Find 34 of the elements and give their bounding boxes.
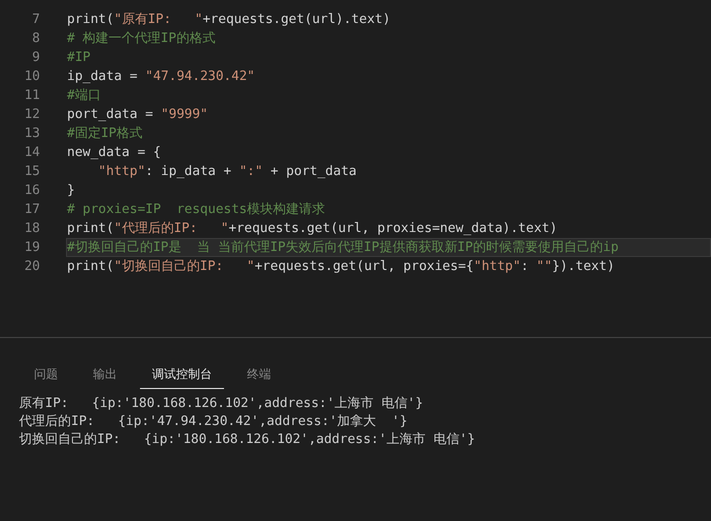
panel-tab[interactable]: 终端 xyxy=(235,358,283,389)
code-line: print("切换回自己的IP: "+requests.get(url, proxies={"http": ""}).text) xyxy=(66,258,616,276)
code-line: "http": ip_data + ":" + port_data xyxy=(97,163,358,181)
line-number: 13 xyxy=(23,125,40,143)
code-line: # proxies=IP resquests模块构建请求 xyxy=(66,201,326,219)
line-number: 16 xyxy=(23,182,40,200)
line-number: 14 xyxy=(23,144,40,162)
console-output-line: 代理后的IP: {ip:'47.94.230.42',address:'加拿大 '} xyxy=(19,413,408,431)
panel-tab[interactable]: 问题 xyxy=(22,358,70,389)
code-line: #端口 xyxy=(66,87,102,105)
panel-tab[interactable]: 调试控制台 xyxy=(140,358,224,389)
code-line: #固定IP格式 xyxy=(66,125,144,143)
code-line: } xyxy=(66,182,76,200)
line-number: 20 xyxy=(23,258,40,276)
console-output-line: 原有IP: {ip:'180.168.126.102',address:'上海市 电信'} xyxy=(19,395,424,413)
line-number: 10 xyxy=(23,68,40,86)
code-line: port_data = "9999" xyxy=(66,106,209,124)
line-number: 8 xyxy=(31,30,40,48)
code-line: ip_data = "47.94.230.42" xyxy=(66,68,256,86)
line-number: 11 xyxy=(23,87,40,105)
code-line: print("原有IP: "+requests.get(url).text) xyxy=(66,11,392,29)
line-number: 12 xyxy=(23,106,40,124)
line-number: 9 xyxy=(31,49,40,67)
code-line: #IP xyxy=(66,49,92,67)
console-output-line: 切换回自己的IP: {ip:'180.168.126.102',address:'上海市 电信'} xyxy=(19,431,476,449)
line-number: 17 xyxy=(23,201,40,219)
code-line: new_data = { xyxy=(66,144,162,162)
code-line: print("代理后的IP: "+requests.get(url, proxies=new_data).text) xyxy=(66,220,558,238)
code-line: # 构建一个代理IP的格式 xyxy=(66,30,216,48)
line-number: 7 xyxy=(31,11,40,29)
line-number: 15 xyxy=(23,163,40,181)
line-number: 19 xyxy=(23,239,40,257)
panel-tab[interactable]: 输出 xyxy=(81,358,129,389)
line-number: 18 xyxy=(23,220,40,238)
